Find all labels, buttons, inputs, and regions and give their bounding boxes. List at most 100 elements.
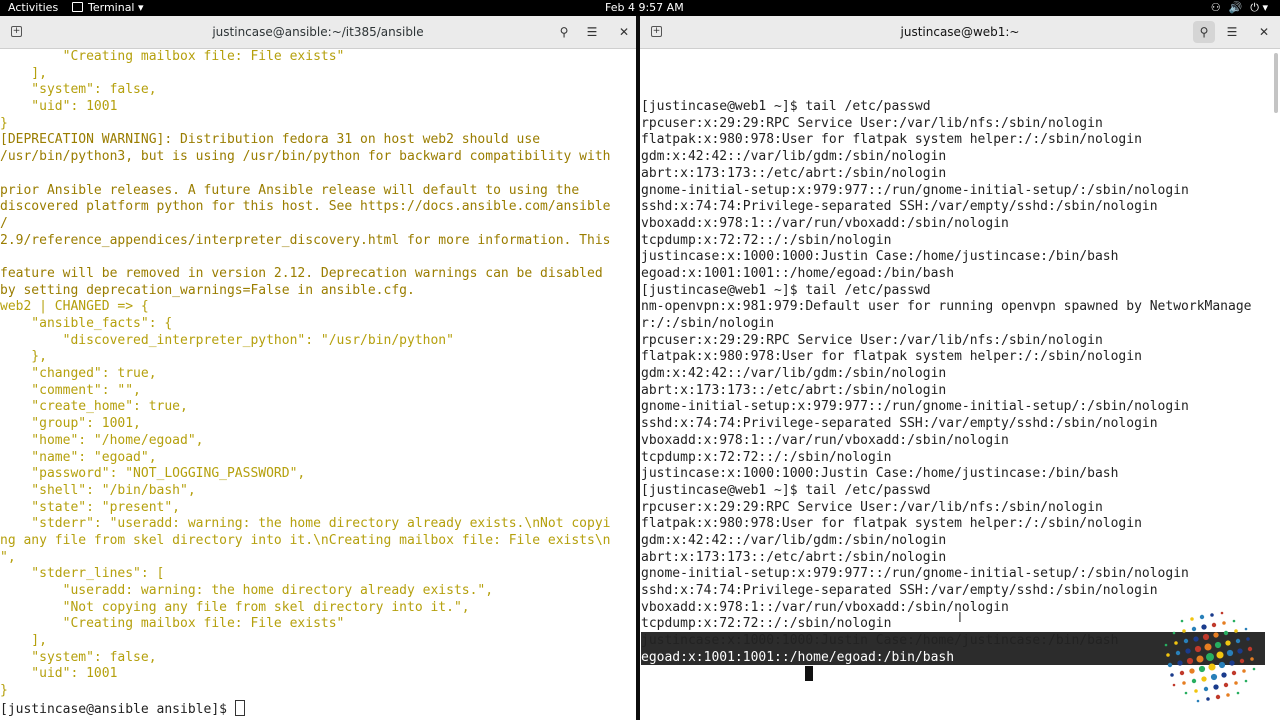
terminal-line: "uid": 1001 [0, 666, 118, 682]
terminal-window-web1[interactable]: + justincase@web1:~ ⚲ ☰ ✕ [justincase@we… [640, 16, 1280, 720]
clock[interactable]: Feb 4 9:57 AM [605, 0, 684, 16]
terminal-line: "password": "NOT_LOGGING_PASSWORD", [0, 466, 306, 482]
logo-dot [1198, 665, 1206, 673]
prompt-text: [justincase@ansible ansible]$ [0, 701, 235, 717]
logo-dot [1222, 621, 1226, 625]
terminal-line: by setting deprecation_warnings=False in… [0, 282, 415, 298]
window-header[interactable]: + justincase@ansible:~/it385/ansible ⚲ ☰… [0, 16, 636, 49]
logo-dot [1179, 670, 1185, 676]
logo-dot [1244, 627, 1248, 631]
shell-prompt[interactable]: [justincase@ansible ansible]$ [0, 699, 636, 717]
logo-dot [1201, 676, 1207, 682]
logo-dot [1183, 638, 1189, 644]
terminal-line: "state": "present", [0, 499, 181, 515]
terminal-line: tcpdump:x:72:72::/:/sbin/nologin [641, 232, 892, 248]
close-icon[interactable]: ✕ [613, 21, 635, 43]
logo-dot [1202, 633, 1210, 641]
terminal-line: abrt:x:173:173::/etc/abrt:/sbin/nologin [641, 165, 947, 181]
terminal-line: "Not copying any file from skel director… [0, 599, 470, 615]
logo-dot [1231, 670, 1237, 676]
terminal-line: gnome-initial-setup:x:979:977::/run/gnom… [641, 182, 1189, 198]
terminal-line: "name": "egoad", [0, 449, 157, 465]
terminal-window-ansible[interactable]: + justincase@ansible:~/it385/ansible ⚲ ☰… [0, 16, 636, 720]
logo-dot [1210, 673, 1218, 681]
terminal-line: nm-openvpn:x:981:979:Default user for ru… [641, 299, 1252, 315]
terminal-line: rpcuser:x:29:29:RPC Service User:/var/li… [641, 332, 1103, 348]
system-tray[interactable]: ⚇ 🔊 ⏻ ▾ [1203, 0, 1268, 16]
logo-dot [1206, 653, 1214, 661]
logo-dot [1185, 648, 1191, 654]
terminal-line: abrt:x:173:173::/etc/abrt:/sbin/nologin [641, 549, 947, 565]
window-header[interactable]: + justincase@web1:~ ⚲ ☰ ✕ [640, 16, 1280, 49]
terminal-line: ng any file from skel directory into it.… [0, 532, 611, 548]
terminal-line: "discovered_interpreter_python": "/usr/b… [0, 332, 454, 348]
terminal-line: } [0, 115, 8, 131]
logo-dot [1210, 613, 1214, 617]
logo-dot [1166, 653, 1170, 657]
terminal-line: vboxadd:x:978:1::/var/run/vboxadd:/sbin/… [641, 215, 1009, 231]
logo-dot [1244, 679, 1248, 683]
logo-dot [1190, 617, 1194, 621]
logo-dot [1196, 655, 1204, 663]
terminal-cursor [805, 666, 814, 682]
logo-dot [1215, 694, 1221, 700]
logo-dot [1175, 650, 1181, 656]
logo-dot [1194, 689, 1198, 693]
logo-dot [1213, 632, 1219, 638]
terminal-line: gnome-initial-setup:x:979:977::/run/gnom… [641, 399, 1189, 415]
logo-dot [1208, 663, 1216, 671]
logo-dot [1211, 622, 1217, 628]
logo-dot [1186, 657, 1194, 665]
activities-button[interactable]: Activities [8, 0, 58, 16]
logo-dot [1225, 640, 1231, 646]
terminal-line: "shell": "/bin/bash", [0, 482, 196, 498]
logo-dot [1199, 614, 1205, 620]
logo-dot [1250, 657, 1254, 661]
terminal-cursor [234, 699, 245, 716]
window-title: justincase@ansible:~/it385/ansible [212, 25, 424, 39]
logo-dot [1196, 699, 1200, 703]
terminal-line: flatpak:x:980:978:User for flatpak syste… [641, 132, 1142, 148]
logo-dot [1201, 624, 1207, 630]
terminal-icon [72, 2, 83, 12]
logo-dot [1237, 648, 1243, 654]
logo-dot [1193, 636, 1199, 642]
terminal-line: sshd:x:74:74:Privilege-separated SSH:/va… [641, 416, 1158, 432]
terminal-line: "Creating mailbox file: File exists" [0, 616, 345, 632]
logo-dot [1223, 682, 1229, 688]
terminal-line: gdm:x:42:42::/var/lib/gdm:/sbin/nologin [641, 149, 947, 165]
search-icon[interactable]: ⚲ [553, 21, 575, 43]
terminal-line: egoad:x:1001:1001::/home/egoad:/bin/bash [641, 265, 955, 281]
terminal-output[interactable]: "Creating mailbox file: File exists" ], … [0, 49, 636, 720]
logo-dot [1221, 672, 1227, 678]
search-icon[interactable]: ⚲ [1193, 21, 1215, 43]
close-icon[interactable]: ✕ [1253, 21, 1275, 43]
terminal-line: gdm:x:42:42::/var/lib/gdm:/sbin/nologin [641, 366, 947, 382]
hamburger-menu-icon[interactable]: ☰ [581, 21, 603, 43]
terminal-line: "stderr": "useradd: warning: the home di… [0, 516, 611, 532]
logo-dot [1234, 629, 1238, 633]
logo-dot [1232, 619, 1236, 623]
logo-dot [1235, 638, 1241, 644]
terminal-line: gnome-initial-setup:x:979:977::/run/gnom… [641, 566, 1189, 582]
logo-dot [1182, 681, 1186, 685]
logo-dot [1177, 660, 1183, 666]
terminal-line: web2 | CHANGED => { [0, 299, 149, 315]
logo-dot [1218, 661, 1226, 669]
logo-dot [1191, 626, 1197, 632]
app-menu-terminal[interactable]: Terminal ▾ [72, 0, 144, 16]
logo-dot [1226, 693, 1230, 697]
logo-dot [1213, 684, 1219, 690]
logo-dot [1191, 678, 1197, 684]
logo-dot [1214, 641, 1222, 649]
terminal-line: "stderr_lines": [ [0, 566, 165, 582]
terminal-line: [justincase@web1 ~]$ tail /etc/passwd [641, 99, 931, 115]
logo-dot [1236, 691, 1240, 695]
hamburger-menu-icon[interactable]: ☰ [1221, 21, 1243, 43]
terminal-line: rpcuser:x:29:29:RPC Service User:/var/li… [641, 499, 1103, 515]
terminal-line: [justincase@web1 ~]$ tail /etc/passwd [641, 282, 931, 298]
logo-dot [1239, 658, 1245, 664]
logo-dot [1247, 646, 1253, 652]
volume-icon: 🔊 [1228, 1, 1243, 14]
